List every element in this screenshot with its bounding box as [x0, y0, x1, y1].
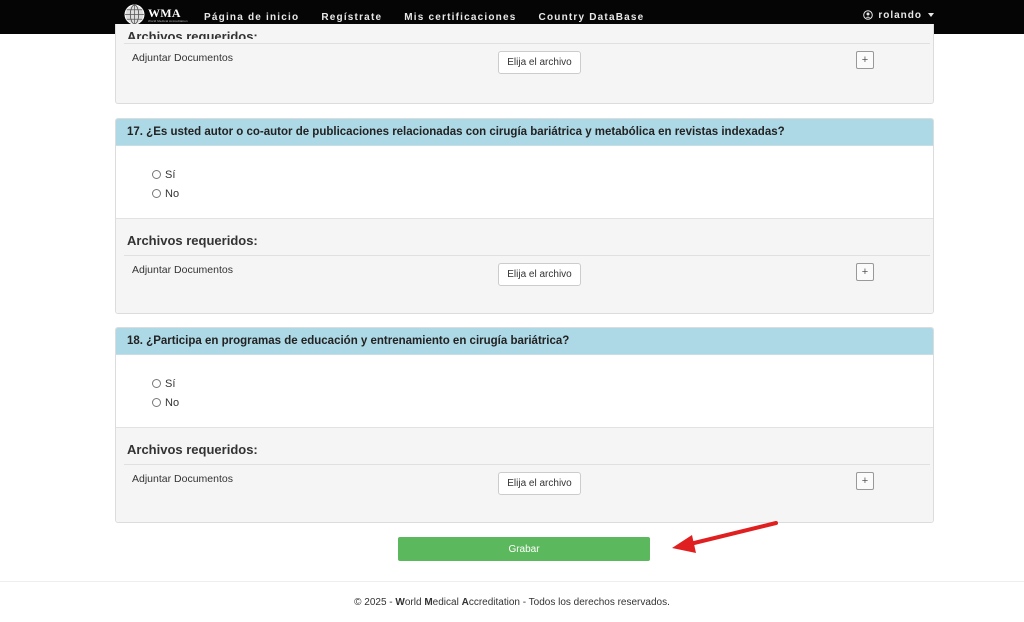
previous-files-section: Archivos requeridos: Adjuntar Documentos… — [115, 24, 934, 104]
user-name: rolando — [878, 9, 922, 21]
option-no[interactable]: No — [152, 393, 933, 412]
nav-link-home[interactable]: Página de inicio — [204, 12, 299, 23]
option-yes[interactable]: Sí — [152, 165, 933, 184]
files-row: Adjuntar Documentos Elija el archivo + — [124, 464, 930, 522]
files-label: Adjuntar Documentos — [132, 52, 233, 64]
add-file-button[interactable]: + — [856, 472, 874, 490]
radio-button[interactable] — [152, 379, 161, 388]
globe-icon — [124, 4, 145, 25]
nav-link-certifications[interactable]: Mis certificaciones — [404, 12, 516, 23]
choose-file-button[interactable]: Elija el archivo — [498, 472, 581, 495]
logo-title: WMA — [148, 5, 181, 20]
files-section-title: Archivos requeridos: — [127, 233, 258, 248]
add-file-button[interactable]: + — [856, 263, 874, 281]
option-yes[interactable]: Sí — [152, 374, 933, 393]
question-17-panel: 17. ¿Es usted autor o co-autor de public… — [115, 118, 934, 314]
red-arrow-annotation — [672, 521, 778, 553]
radio-button[interactable] — [152, 170, 161, 179]
option-no[interactable]: No — [152, 184, 933, 203]
option-label: Sí — [165, 377, 176, 390]
files-section: Archivos requeridos: Adjuntar Documentos… — [116, 427, 933, 522]
wma-logo[interactable]: WMA World Medical Accreditation — [124, 4, 188, 25]
save-button[interactable]: Grabar — [398, 537, 650, 561]
nav-link-country-database[interactable]: Country DataBase — [539, 12, 645, 23]
footer: © 2025 - World Medical Accreditation - T… — [0, 581, 1024, 622]
choose-file-button[interactable]: Elija el archivo — [498, 263, 581, 286]
option-label: No — [165, 187, 180, 200]
files-section: Archivos requeridos: Adjuntar Documentos… — [116, 218, 933, 313]
option-label: No — [165, 396, 180, 409]
files-row: Adjuntar Documentos Elija el archivo + — [124, 255, 930, 313]
choose-file-button[interactable]: Elija el archivo — [498, 51, 581, 74]
files-section-title: Archivos requeridos: — [127, 29, 258, 39]
question-18-title: 18. ¿Participa en programas de educación… — [116, 328, 933, 355]
logo-subtitle: World Medical Accreditation — [148, 18, 188, 23]
footer-text: © 2025 - World Medical Accreditation - T… — [354, 596, 670, 608]
radio-button[interactable] — [152, 189, 161, 198]
files-label: Adjuntar Documentos — [132, 473, 233, 485]
files-label: Adjuntar Documentos — [132, 264, 233, 276]
nav-link-register[interactable]: Regístrate — [321, 12, 382, 23]
add-file-button[interactable]: + — [856, 51, 874, 69]
question-18-panel: 18. ¿Participa en programas de educación… — [115, 327, 934, 523]
question-18-options: Sí No — [116, 355, 933, 427]
option-label: Sí — [165, 168, 176, 181]
question-17-title: 17. ¿Es usted autor o co-autor de public… — [116, 119, 933, 146]
user-icon — [863, 10, 874, 20]
question-17-options: Sí No — [116, 146, 933, 218]
files-row: Adjuntar Documentos Elija el archivo + — [124, 43, 930, 101]
chevron-down-icon — [928, 13, 934, 17]
files-section-title: Archivos requeridos: — [127, 442, 258, 457]
radio-button[interactable] — [152, 398, 161, 407]
